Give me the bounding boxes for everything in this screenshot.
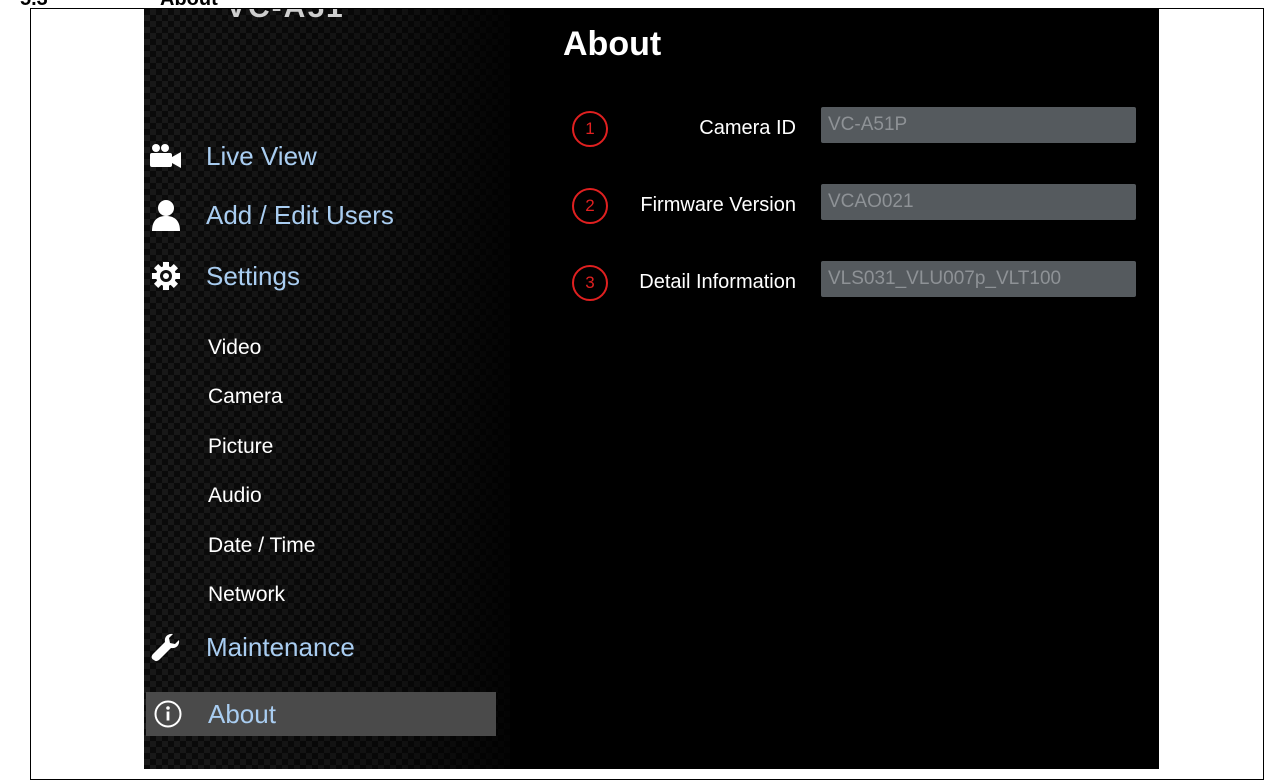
callout-badge: 1 [572, 111, 608, 147]
user-icon [148, 199, 184, 231]
sidebar: VC-A51 Live View [144, 9, 510, 769]
camera-id-field[interactable] [821, 107, 1136, 143]
logo: VC-A51 [226, 9, 396, 24]
field-row-camera-id: 1 Camera ID [510, 107, 1159, 147]
sidebar-subitem-network[interactable]: Network [208, 583, 285, 607]
sidebar-item-label: Add / Edit Users [206, 199, 394, 230]
sidebar-item-label: About [208, 698, 276, 729]
gear-icon [148, 260, 184, 292]
sidebar-subitem-video[interactable]: Video [208, 336, 261, 360]
wrench-icon [148, 631, 184, 663]
sidebar-subitem-date-time[interactable]: Date / Time [208, 534, 315, 558]
sidebar-item-settings[interactable]: Settings [144, 260, 300, 292]
sidebar-item-label: Live View [206, 140, 317, 171]
sidebar-item-live-view[interactable]: Live View [144, 140, 317, 172]
field-label: Detail Information [639, 271, 796, 293]
camera-web-ui: VC-A51 Live View [144, 9, 1159, 769]
camera-users-icon [148, 140, 184, 172]
detail-information-field[interactable] [821, 261, 1136, 297]
sidebar-item-label: Settings [206, 260, 300, 291]
sidebar-subitem-picture[interactable]: Picture [208, 435, 273, 459]
field-row-detail-information: 3 Detail Information [510, 261, 1159, 301]
callout-badge: 2 [572, 188, 608, 224]
sidebar-subitem-camera[interactable]: Camera [208, 385, 283, 409]
firmware-version-field[interactable] [821, 184, 1136, 220]
page-title: About [563, 25, 662, 63]
sidebar-item-label: Maintenance [206, 631, 355, 662]
callout-badge: 3 [572, 265, 608, 301]
sidebar-item-add-edit-users[interactable]: Add / Edit Users [144, 199, 394, 231]
main-content: About 1 Camera ID 2 Firmware Version 3 D… [510, 9, 1159, 769]
sidebar-subitem-audio[interactable]: Audio [208, 484, 262, 508]
sidebar-item-maintenance[interactable]: Maintenance [144, 631, 355, 663]
field-label: Firmware Version [640, 194, 796, 216]
field-row-firmware-version: 2 Firmware Version [510, 184, 1159, 224]
info-icon [150, 698, 186, 730]
field-label: Camera ID [699, 117, 796, 139]
sidebar-item-about[interactable]: About [146, 692, 496, 736]
